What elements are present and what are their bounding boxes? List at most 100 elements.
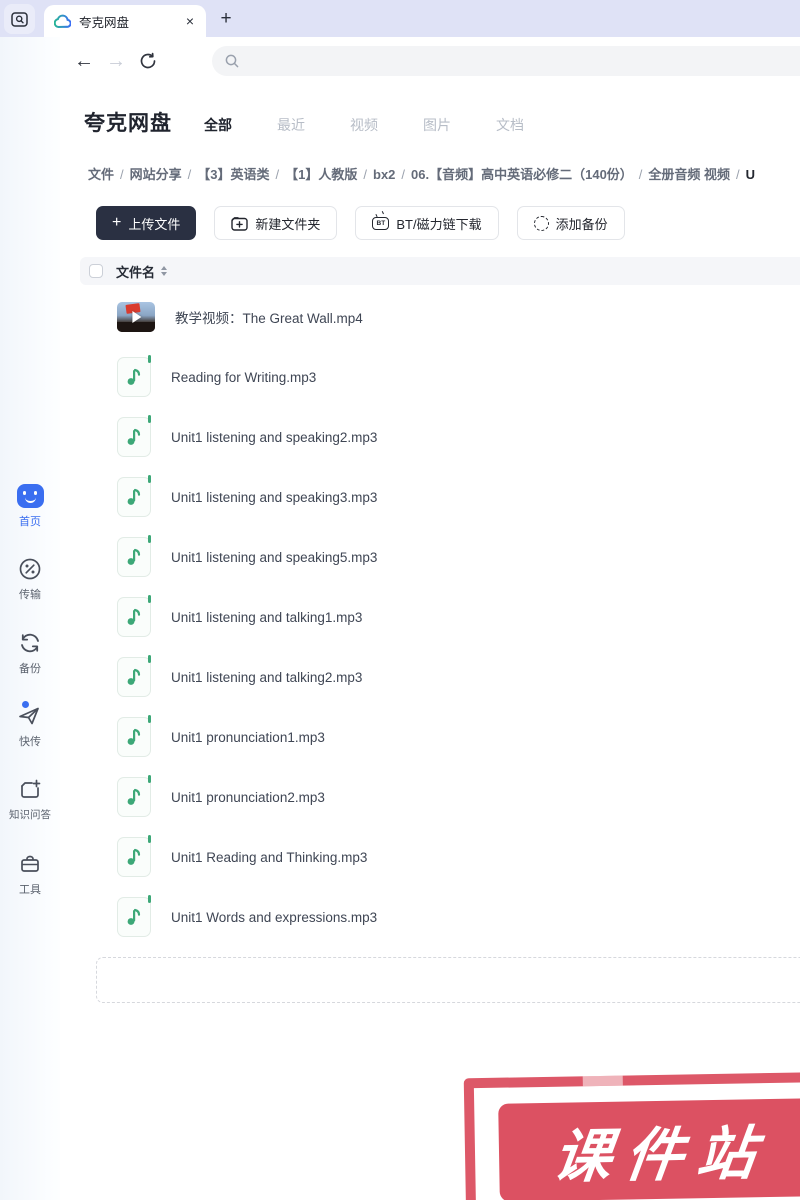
add-backup-button[interactable]: 添加备份 [516, 206, 625, 240]
sidebar-item-tools[interactable]: 工具 [0, 851, 60, 897]
drop-zone[interactable] [96, 957, 800, 1003]
sidebar-item-label: 快传 [19, 736, 41, 748]
breadcrumb-separator: / [275, 167, 280, 182]
file-row[interactable]: Unit1 listening and talking1.mp3 [60, 587, 800, 647]
breadcrumb-item[interactable]: 文件 [88, 167, 114, 182]
browser-tab-bar: 夸克网盘 × + [0, 0, 800, 37]
folder-plus-icon [231, 216, 249, 231]
refresh-button[interactable] [132, 45, 164, 77]
paper-plane-icon [17, 701, 43, 729]
file-list: 教学视频：The Great Wall.mp4 Reading for Writ… [60, 287, 800, 947]
window-search-icon [11, 11, 28, 27]
file-row[interactable]: Unit1 Reading and Thinking.mp3 [60, 827, 800, 887]
breadcrumb: 文件 / 网站分享 / 【3】英语类 / 【1】人教版 / bx2 / 06.【音频】高中英语必修二… [60, 164, 800, 183]
sidebar-item-transfer[interactable]: 传输 [0, 556, 60, 602]
tab-videos[interactable]: 视频 [350, 115, 378, 135]
file-row[interactable]: Unit1 pronunciation2.mp3 [60, 767, 800, 827]
audio-file-icon [117, 355, 151, 397]
file-row[interactable]: Reading for Writing.mp3 [60, 347, 800, 407]
audio-file-icon [117, 655, 151, 697]
backup-circle-icon [533, 215, 549, 231]
file-name: Unit1 listening and speaking5.mp3 [171, 549, 378, 565]
file-row[interactable]: Unit1 listening and speaking5.mp3 [60, 527, 800, 587]
audio-file-icon [117, 475, 151, 517]
plus-icon: + [112, 214, 122, 231]
breadcrumb-item-current[interactable]: U [746, 167, 755, 182]
sidebar-item-home[interactable]: 首页 [0, 483, 60, 529]
breadcrumb-item[interactable]: 【3】英语类 [197, 167, 269, 182]
browser-tab-quark[interactable]: 夸克网盘 × [44, 5, 206, 37]
tab-all[interactable]: 全部 [204, 115, 232, 135]
stamp-text: 课件站 [549, 1120, 774, 1190]
file-row[interactable]: Unit1 listening and speaking3.mp3 [60, 467, 800, 527]
file-name: Unit1 listening and talking2.mp3 [171, 669, 363, 685]
breadcrumb-item[interactable]: 06.【音频】高中英语必修二（140份） [411, 167, 633, 182]
file-list-header: 文件名 [80, 257, 800, 285]
breadcrumb-separator: / [187, 167, 192, 182]
view-tabs: 全部 最近 视频 图片 文档 [204, 115, 524, 135]
sidebar-item-label: 知识问答 [9, 809, 51, 821]
toolbox-icon [18, 851, 42, 877]
tab-recent[interactable]: 最近 [277, 115, 305, 135]
bt-magnet-download-button[interactable]: BT BT/磁力链下载 [355, 206, 499, 240]
new-folder-label: 新建文件夹 [255, 216, 321, 232]
bt-download-icon: BT [372, 216, 390, 230]
tab-close-icon[interactable]: × [184, 12, 196, 30]
file-row[interactable]: Unit1 listening and speaking2.mp3 [60, 407, 800, 467]
breadcrumb-separator: / [401, 167, 406, 182]
file-row[interactable]: Unit1 pronunciation1.mp3 [60, 707, 800, 767]
file-name: Unit1 pronunciation1.mp3 [171, 729, 325, 745]
file-name: Unit1 Reading and Thinking.mp3 [171, 849, 368, 865]
file-name: Unit1 Words and expressions.mp3 [171, 909, 378, 925]
sidebar-item-quick-send[interactable]: 快传 [0, 701, 60, 749]
file-row[interactable]: Unit1 Words and expressions.mp3 [60, 887, 800, 947]
breadcrumb-separator: / [638, 167, 643, 182]
breadcrumb-item[interactable]: 网站分享 [130, 167, 182, 182]
filename-column-header[interactable]: 文件名 [116, 262, 155, 281]
sidebar: 首页 传输 备份 快传 知识问答 工具 [0, 37, 60, 1200]
search-icon [224, 53, 240, 69]
new-tab-button[interactable]: + [212, 5, 240, 33]
toolbar: + 上传文件 新建文件夹 BT BT/磁力链下载 添加备份 [60, 206, 800, 240]
home-icon [16, 484, 44, 508]
sidebar-item-label: 首页 [19, 516, 41, 528]
sidebar-item-backup[interactable]: 备份 [0, 630, 60, 676]
forward-button[interactable]: → [100, 45, 132, 77]
breadcrumb-separator: / [363, 167, 367, 182]
bt-download-label: BT/磁力链下载 [396, 216, 482, 232]
audio-file-icon [117, 775, 151, 817]
workspace-search-button[interactable] [4, 4, 35, 34]
knowledge-qa-icon [18, 777, 42, 803]
notification-badge [22, 701, 29, 708]
back-button[interactable]: ← [68, 45, 100, 77]
audio-file-icon [117, 895, 151, 937]
audio-file-icon [117, 715, 151, 757]
file-name: 教学视频：The Great Wall.mp4 [175, 311, 363, 326]
address-search-bar[interactable] [212, 46, 800, 76]
play-icon [132, 311, 142, 323]
audio-file-icon [117, 535, 151, 577]
video-thumbnail-icon [117, 302, 155, 332]
browser-navbar: ← → [60, 37, 800, 85]
new-folder-button[interactable]: 新建文件夹 [214, 206, 338, 240]
main-content: 夸克网盘 全部 最近 视频 图片 文档 文件 / 网站分享 / 【3】英语类 / 【1】人教… [60, 85, 800, 1200]
breadcrumb-item[interactable]: 全册音频 视频 [648, 167, 730, 182]
sidebar-item-label: 传输 [19, 589, 41, 601]
file-row[interactable]: 教学视频：The Great Wall.mp4 [60, 287, 800, 347]
upload-file-label: 上传文件 [128, 216, 181, 232]
tab-images[interactable]: 图片 [423, 115, 451, 135]
breadcrumb-item[interactable]: 【1】人教版 [285, 167, 357, 182]
sidebar-item-knowledge-qa[interactable]: 知识问答 [0, 777, 60, 822]
breadcrumb-item[interactable]: bx2 [373, 167, 395, 182]
audio-file-icon [117, 835, 151, 877]
upload-file-button[interactable]: + 上传文件 [96, 206, 197, 240]
transfer-icon [18, 556, 42, 582]
select-all-checkbox[interactable] [89, 264, 103, 278]
tab-docs[interactable]: 文档 [496, 115, 524, 135]
file-name: Reading for Writing.mp3 [171, 369, 317, 385]
sidebar-item-label: 工具 [19, 884, 41, 896]
sort-icon[interactable] [161, 266, 168, 276]
backup-sync-icon [18, 630, 42, 656]
file-row[interactable]: Unit1 listening and talking2.mp3 [60, 647, 800, 707]
file-name: Unit1 listening and speaking2.mp3 [171, 429, 378, 445]
